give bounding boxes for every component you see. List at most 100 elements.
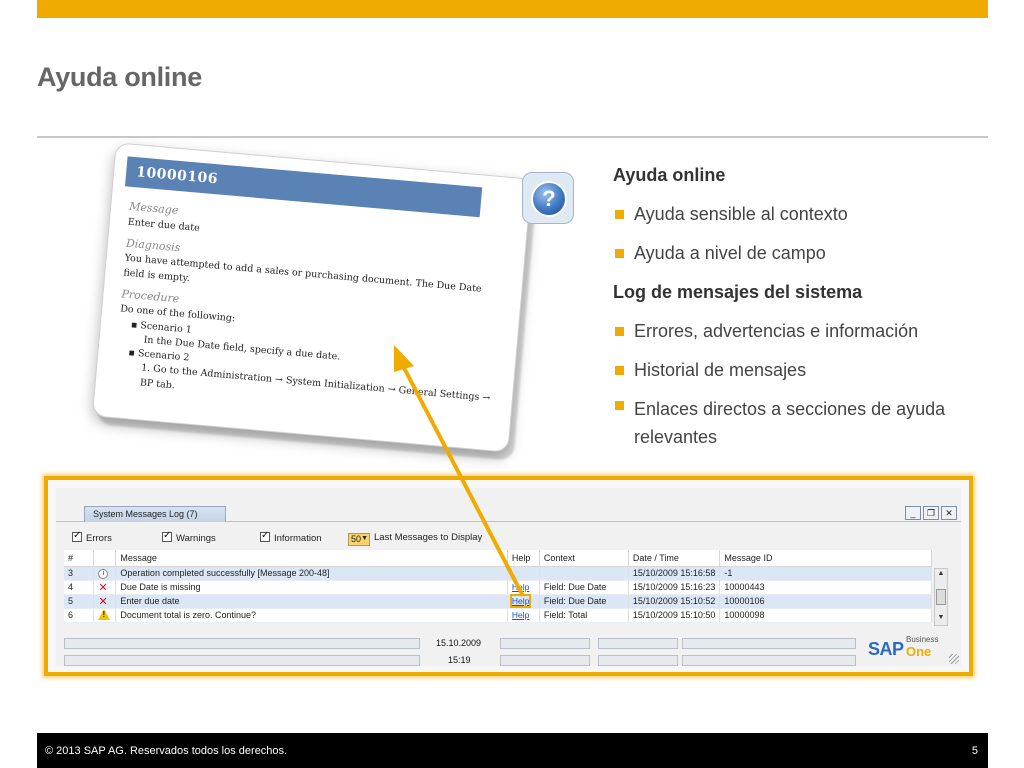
- messages-count-dropdown[interactable]: 50: [348, 533, 370, 546]
- row-message: Document total is zero. Continue?: [115, 608, 508, 623]
- row-help: [507, 566, 540, 581]
- status-field: [500, 638, 590, 649]
- content-heading-log-mensajes: Log de mensajes del sistema: [613, 282, 863, 302]
- column-header-datetime[interactable]: Date / Time: [628, 550, 721, 567]
- row-num: 5: [64, 594, 95, 609]
- bullet-item: Ayuda a nivel de campo: [613, 243, 993, 264]
- title-divider: [37, 136, 988, 138]
- warnings-checkbox[interactable]: [162, 530, 172, 542]
- column-header-help[interactable]: Help: [507, 550, 540, 567]
- row-type-cell: i: [93, 566, 117, 581]
- row-num: 4: [64, 580, 95, 595]
- row-datetime: 15/10/2009 15:16:23: [628, 580, 721, 595]
- row-type-cell: ✕: [93, 580, 117, 595]
- content-list: Ayuda online Ayuda sensible al contexto …: [613, 165, 993, 469]
- row-datetime: 15/10/2009 15:16:58: [628, 566, 721, 581]
- table-row[interactable]: 3 i Operation completed successfully [Me…: [64, 566, 932, 581]
- top-accent-bar: [37, 0, 988, 18]
- column-header-context[interactable]: Context: [539, 550, 629, 567]
- row-num: 6: [64, 608, 95, 623]
- status-field: [500, 655, 590, 666]
- table-row[interactable]: 5 ✕ Enter due date Help Field: Due Date …: [64, 594, 932, 609]
- tab-system-messages-log[interactable]: System Messages Log (7): [84, 506, 226, 522]
- window-controls: _ ❐ ✕: [905, 506, 957, 520]
- filter-information-label: Information: [274, 533, 322, 544]
- help-card: 10000106 Message Enter due date Diagnosi…: [91, 142, 533, 453]
- bullet-item: Enlaces directos a secciones de ayuda re…: [613, 395, 993, 451]
- help-question-icon: ?: [522, 172, 574, 224]
- bullet-item: Historial de mensajes: [613, 360, 993, 381]
- row-context: [539, 566, 629, 581]
- column-header-type: [93, 550, 117, 567]
- filter-errors-label: Errors: [86, 533, 112, 544]
- sap-business-one-logo: SAP Business One: [868, 635, 958, 665]
- status-field: [682, 638, 856, 649]
- scroll-thumb[interactable]: [936, 589, 946, 605]
- status-field: [64, 655, 420, 666]
- row-context: Field: Due Date: [539, 594, 629, 609]
- vertical-scrollbar[interactable]: ▲ ▼: [934, 568, 948, 626]
- table-row[interactable]: 4 ✕ Due Date is missing Help Field: Due …: [64, 580, 932, 595]
- question-mark-icon: ?: [531, 181, 567, 217]
- column-header-num[interactable]: #: [64, 550, 95, 567]
- scroll-up-icon[interactable]: ▲: [936, 570, 946, 580]
- slide-footer: © 2013 SAP AG. Reservados todos los dere…: [37, 733, 988, 768]
- row-num: 3: [64, 566, 95, 581]
- row-context: Field: Total: [539, 608, 629, 623]
- warning-icon: [98, 608, 111, 620]
- information-checkbox[interactable]: [260, 530, 270, 542]
- row-help: Help: [507, 608, 540, 623]
- row-type-cell: ✕: [93, 594, 117, 609]
- filter-errors[interactable]: Errors: [72, 530, 112, 544]
- help-card-body: Message Enter due date Diagnosis You hav…: [95, 185, 527, 422]
- column-header-message-id[interactable]: Message ID: [719, 550, 932, 567]
- row-message-id: 10000098: [719, 608, 932, 623]
- scroll-down-icon[interactable]: ▼: [936, 614, 946, 624]
- status-time: 15:19: [448, 655, 471, 665]
- row-message-id: 10000443: [719, 580, 932, 595]
- row-message-id: 10000106: [719, 594, 932, 609]
- status-field: [598, 655, 678, 666]
- minimize-button[interactable]: _: [905, 506, 921, 520]
- row-context: Field: Due Date: [539, 580, 629, 595]
- error-icon: ✕: [98, 581, 108, 594]
- error-icon: ✕: [98, 595, 108, 608]
- bullet-item: Ayuda sensible al contexto: [613, 204, 993, 225]
- row-type-cell: [93, 608, 117, 623]
- help-link[interactable]: Help: [512, 610, 529, 620]
- window-body: System Messages Log (7) _ ❐ ✕ Errors War…: [56, 488, 961, 666]
- slide-title: Ayuda online: [37, 62, 202, 92]
- row-message-id: -1: [719, 566, 932, 581]
- row-datetime: 15/10/2009 15:10:52: [628, 594, 721, 609]
- tab-strip: System Messages Log (7) _ ❐ ✕: [56, 502, 961, 522]
- messages-count-label: Last Messages to Display: [374, 532, 483, 543]
- footer-copyright: © 2013 SAP AG. Reservados todos los dere…: [45, 745, 288, 757]
- status-field: [682, 655, 856, 666]
- help-link-highlighted[interactable]: Help: [509, 594, 532, 608]
- resize-grip-icon[interactable]: [949, 654, 959, 664]
- filter-warnings[interactable]: Warnings: [162, 530, 216, 544]
- row-help: Help: [507, 580, 540, 595]
- row-datetime: 15/10/2009 15:10:50: [628, 608, 721, 623]
- filter-information[interactable]: Information: [260, 530, 322, 544]
- logo-one: One: [906, 644, 932, 659]
- page-number: 5: [971, 745, 978, 757]
- info-icon: i: [98, 569, 109, 579]
- errors-checkbox[interactable]: [72, 530, 82, 542]
- help-card-scenario-1-label: Scenario 1: [139, 319, 193, 336]
- messages-table: # Message Help Context Date / Time Messa…: [64, 550, 932, 623]
- table-row[interactable]: 6 Document total is zero. Continue? Help…: [64, 608, 932, 623]
- restore-button[interactable]: ❐: [923, 506, 939, 520]
- content-heading-ayuda-online: Ayuda online: [613, 165, 726, 185]
- status-field: [64, 638, 420, 649]
- row-help: Help: [507, 594, 540, 609]
- status-date: 15.10.2009: [436, 638, 482, 648]
- status-field: [598, 638, 678, 649]
- logo-business: Business: [906, 635, 939, 644]
- close-button[interactable]: ✕: [941, 506, 957, 520]
- table-header-row: # Message Help Context Date / Time Messa…: [64, 550, 932, 567]
- help-link[interactable]: Help: [512, 582, 529, 592]
- row-message: Operation completed successfully [Messag…: [115, 566, 508, 581]
- column-header-message[interactable]: Message: [115, 550, 508, 567]
- messages-count-control: 50 Last Messages to Display: [348, 532, 482, 546]
